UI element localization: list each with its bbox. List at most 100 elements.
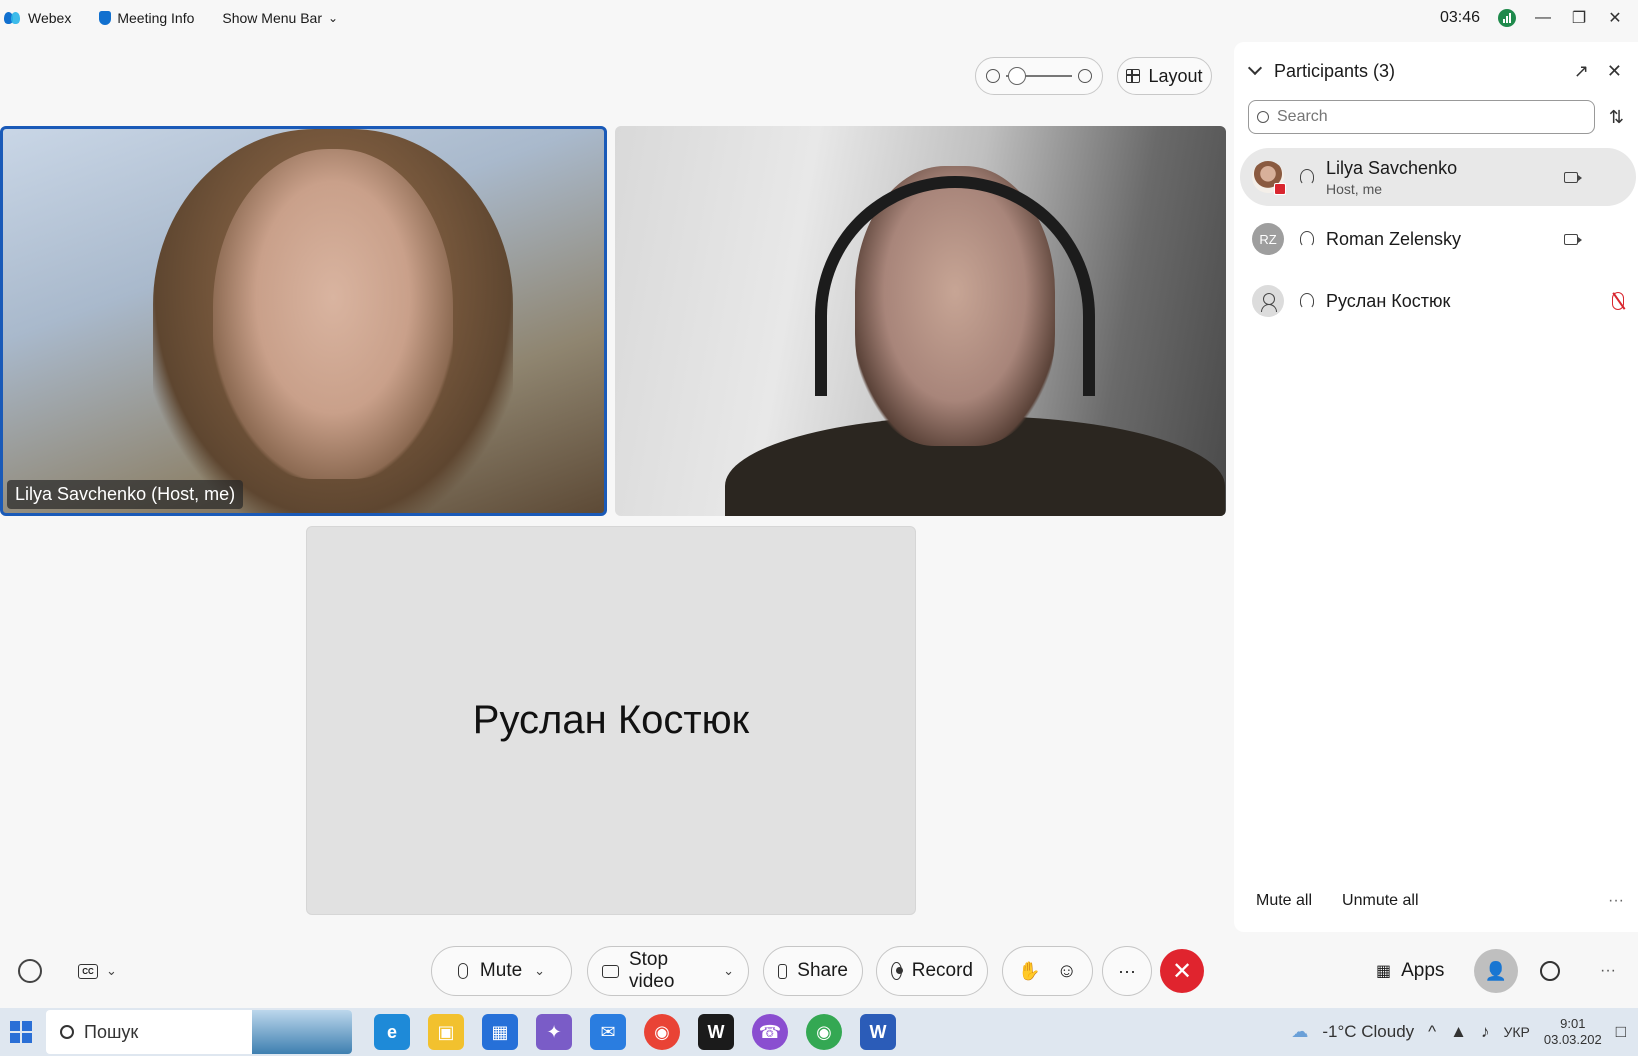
connection-signal-icon <box>1498 9 1516 27</box>
participant-search[interactable] <box>1248 100 1595 134</box>
search-icon <box>1257 111 1269 123</box>
zoom-out-icon[interactable] <box>986 69 1000 83</box>
video-options-chevron-icon[interactable]: ⌄ <box>723 963 734 979</box>
audio-options-chevron-icon[interactable]: ⌄ <box>534 963 545 979</box>
participant-row[interactable]: Lilya Savchenko Host, me <box>1240 148 1636 206</box>
clock[interactable]: 9:01 03.03.202 <box>1544 1016 1602 1048</box>
emoji-reaction-icon[interactable]: ☺ <box>1057 960 1077 983</box>
clock-date: 03.03.202 <box>1543 1032 1602 1047</box>
layout-label: Layout <box>1148 65 1203 86</box>
webex-logo-icon <box>4 12 22 24</box>
participant-row[interactable]: Руслан Костюк <box>1240 272 1636 330</box>
leave-meeting-button[interactable]: ✕ <box>1160 949 1204 993</box>
video-name-tag: Lilya Savchenko (Host, me) <box>7 480 244 509</box>
collapse-chevron-icon[interactable] <box>1247 60 1263 76</box>
headset-shape <box>815 176 1095 396</box>
copilot-icon[interactable]: ✦ <box>536 1014 572 1050</box>
close-icon[interactable]: ✕ <box>1606 8 1624 28</box>
mute-button[interactable]: Mute ⌄ <box>431 946 572 996</box>
show-menu-bar-button[interactable]: Show Menu Bar ⌄ <box>222 10 338 26</box>
avatar: RZ <box>1252 223 1284 255</box>
video-tile-host[interactable]: Lilya Savchenko (Host, me) <box>0 126 607 516</box>
weather-text[interactable]: -1°C Cloudy <box>1322 1022 1414 1042</box>
stop-video-label: Stop video <box>628 949 675 992</box>
host-badge-icon <box>1274 183 1286 195</box>
layout-button[interactable]: Layout <box>1117 57 1212 95</box>
pop-out-icon[interactable]: ↗ <box>1574 61 1589 82</box>
webex-taskbar-icon[interactable]: W <box>698 1014 734 1050</box>
close-panel-icon[interactable]: ✕ <box>1607 61 1622 82</box>
sort-icon[interactable]: ⇅ <box>1609 107 1624 128</box>
zoom-track[interactable] <box>1006 67 1072 85</box>
store-icon[interactable]: ▦ <box>482 1014 518 1050</box>
status-ring-icon[interactable] <box>18 959 42 983</box>
chat-icon[interactable] <box>1540 961 1560 981</box>
record-button[interactable]: Record <box>876 946 988 996</box>
video-camera-icon[interactable] <box>1564 233 1582 245</box>
video-camera-icon[interactable] <box>1564 171 1582 183</box>
camera-icon <box>602 964 619 978</box>
unmute-all-button[interactable]: Unmute all <box>1342 892 1418 910</box>
meeting-info-button[interactable]: Meeting Info <box>99 10 194 26</box>
video-tile-no-video[interactable]: Руслан Костюк <box>306 526 916 915</box>
minimize-icon[interactable]: — <box>1534 9 1552 27</box>
chrome-icon[interactable]: ◉ <box>806 1014 842 1050</box>
mail-icon[interactable]: ✉ <box>590 1014 626 1050</box>
avatar <box>1252 161 1286 195</box>
video-tile-participant[interactable] <box>615 126 1226 516</box>
notifications-icon[interactable]: □ <box>1616 1022 1626 1042</box>
participant-name: Руслан Костюк <box>1326 290 1451 311</box>
participant-name: Lilya Savchenko <box>1326 157 1458 178</box>
mute-all-button[interactable]: Mute all <box>1256 892 1312 910</box>
participant-role: Host, me <box>1326 180 1383 197</box>
microphone-muted-icon[interactable] <box>1612 292 1624 310</box>
windows-taskbar: Пошук e ▣ ▦ ✦ ✉ ◉ W ☎ ◉ W ☁ -1°C Cloudy … <box>0 1008 1638 1056</box>
record-label: Record <box>911 960 973 981</box>
chrome-icon[interactable]: ◉ <box>644 1014 680 1050</box>
file-explorer-icon[interactable]: ▣ <box>428 1014 464 1050</box>
participant-row[interactable]: RZ Roman Zelensky <box>1240 210 1636 268</box>
chevron-down-icon[interactable]: ⌄ <box>106 963 117 979</box>
close-icon: ✕ <box>1171 957 1193 985</box>
share-screen-icon <box>778 963 788 979</box>
more-options-button[interactable]: ··· <box>1102 946 1152 996</box>
meeting-info-label: Meeting Info <box>117 10 195 26</box>
viber-icon[interactable]: ☎ <box>752 1014 788 1050</box>
cloud-icon: ☁ <box>1291 1022 1309 1041</box>
edge-icon[interactable]: e <box>374 1014 410 1050</box>
windows-start-icon[interactable] <box>10 1021 32 1043</box>
raise-hand-icon[interactable]: ✋ <box>1018 961 1040 982</box>
taskbar-search[interactable]: Пошук <box>46 1010 352 1054</box>
more-panels-icon[interactable]: ··· <box>1600 962 1616 980</box>
tray-chevron-icon[interactable]: ^ <box>1428 1022 1436 1042</box>
search-highlight-image <box>252 1010 352 1054</box>
more-options-icon[interactable]: ··· <box>1608 892 1624 910</box>
zoom-in-icon[interactable] <box>1078 69 1092 83</box>
participant-search-input[interactable] <box>1277 108 1527 126</box>
word-icon[interactable]: W <box>860 1014 896 1050</box>
record-icon <box>891 962 903 980</box>
zoom-knob[interactable] <box>1008 67 1026 85</box>
webex-menu[interactable]: Webex <box>4 10 71 26</box>
clock-time: 9:01 <box>1560 1016 1586 1031</box>
zoom-slider[interactable] <box>975 57 1103 95</box>
tile-participant-name: Руслан Костюк <box>472 698 750 742</box>
closed-captions-icon[interactable]: CC <box>78 963 98 979</box>
chevron-down-icon: ⌄ <box>328 11 339 25</box>
microphone-icon <box>457 963 468 979</box>
network-icon[interactable]: ▲ <box>1450 1022 1467 1042</box>
language-indicator[interactable]: УКР <box>1503 1024 1529 1040</box>
apps-button[interactable]: Apps <box>1401 960 1444 982</box>
restore-icon[interactable]: ❐ <box>1570 8 1588 28</box>
share-button[interactable]: Share <box>763 946 863 996</box>
reactions-group: ✋ ☺ <box>1002 946 1093 996</box>
app-name: Webex <box>28 10 72 26</box>
participants-title: Participants (3) <box>1274 60 1396 81</box>
apps-icon[interactable]: ▦ <box>1376 961 1391 981</box>
participants-icon: 👤 <box>1484 960 1508 981</box>
search-icon <box>60 1025 74 1039</box>
stop-video-button[interactable]: Stop video ⌄ <box>587 946 749 996</box>
participants-toggle[interactable]: 👤 <box>1474 949 1518 993</box>
participants-panel: Participants (3) ↗ ✕ ⇅ Lilya Savchenko H… <box>1234 42 1638 932</box>
volume-icon[interactable]: ♪ <box>1481 1022 1490 1042</box>
